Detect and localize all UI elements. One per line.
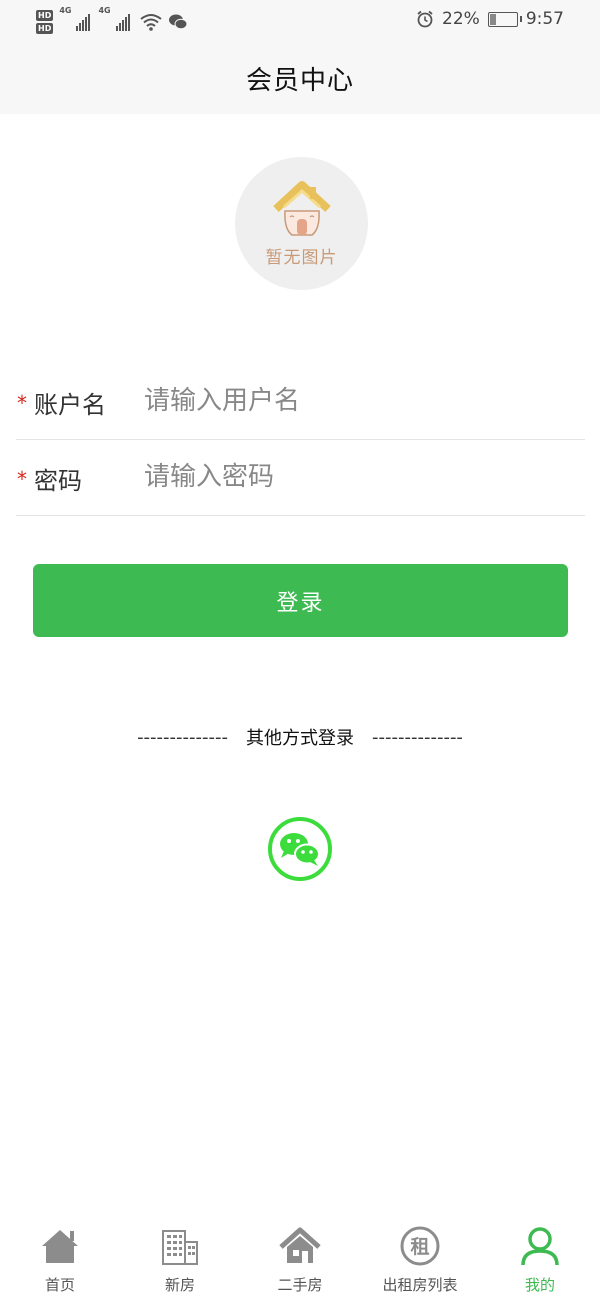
hd-indicator: HD HD (36, 10, 54, 34)
tab-new-house[interactable]: 新房 (120, 1210, 240, 1295)
tab-second-hand[interactable]: 二手房 (240, 1210, 360, 1295)
status-left: HD HD 4G 4G (36, 6, 188, 38)
battery-icon (487, 11, 522, 27)
no-image-house-icon (272, 181, 331, 236)
tab-rent-list[interactable]: 租 出租房列表 (360, 1210, 480, 1295)
required-mark: * (17, 391, 27, 415)
password-input[interactable] (144, 455, 564, 499)
tab-label: 新房 (164, 1276, 195, 1294)
tab-home[interactable]: 首页 (0, 1210, 120, 1295)
bottom-tab-bar: 首页 新房 二手房 租 出租房列表 我的 (0, 1210, 600, 1300)
other-login-divider: -------------- 其他方式登录 -------------- (0, 722, 600, 752)
username-input[interactable] (144, 379, 564, 423)
signal-icon-2 (115, 13, 130, 31)
required-mark: * (17, 467, 27, 491)
signal-icon-1 (76, 13, 91, 31)
wechat-icon[interactable] (268, 817, 332, 881)
username-row: * 账户名 (16, 363, 585, 440)
password-row: * 密码 (16, 439, 585, 516)
status-right: 22% 9:57 (416, 9, 564, 29)
alarm-icon (417, 10, 433, 28)
other-login-text: 其他方式登录 (246, 728, 354, 749)
page-header: 会员中心 (0, 42, 600, 114)
hd-badge-1: HD (36, 10, 54, 21)
rent-icon-text: 租 (410, 1236, 429, 1258)
home-icon (38, 1224, 82, 1268)
hd-badge-2: HD (36, 23, 54, 34)
user-icon (518, 1224, 562, 1268)
avatar[interactable]: 暂无图片 (235, 157, 368, 290)
rent-icon: 租 (398, 1224, 442, 1268)
password-label: 密码 (34, 467, 82, 495)
member-center-page: HD HD 4G 4G 22% 9:57 会员中心 暂无图片 * 账户名 请输入… (0, 0, 600, 1300)
status-bar: HD HD 4G 4G 22% 9:57 (0, 0, 600, 42)
login-button[interactable]: 登录 (33, 564, 568, 637)
battery-percent: 22% (442, 9, 480, 29)
wifi-icon (140, 14, 162, 31)
network-type-2: 4G (98, 6, 111, 15)
tab-label: 首页 (44, 1276, 75, 1294)
network-type-1: 4G (59, 6, 72, 15)
clock: 9:57 (525, 9, 564, 29)
divider-left: -------------- (137, 726, 228, 748)
tab-label: 二手房 (277, 1276, 323, 1294)
avatar-placeholder-text: 暂无图片 (265, 248, 338, 268)
battery-fill (489, 13, 496, 25)
divider-right: -------------- (372, 726, 463, 748)
tab-mine[interactable]: 我的 (480, 1210, 600, 1295)
username-label: 账户名 (34, 391, 106, 419)
house-icon (278, 1224, 322, 1268)
tab-label: 出租房列表 (382, 1276, 458, 1294)
page-title: 会员中心 (245, 65, 354, 96)
building-icon (158, 1224, 202, 1268)
wechat-notification-icon (168, 14, 188, 30)
tab-label: 我的 (524, 1276, 555, 1294)
